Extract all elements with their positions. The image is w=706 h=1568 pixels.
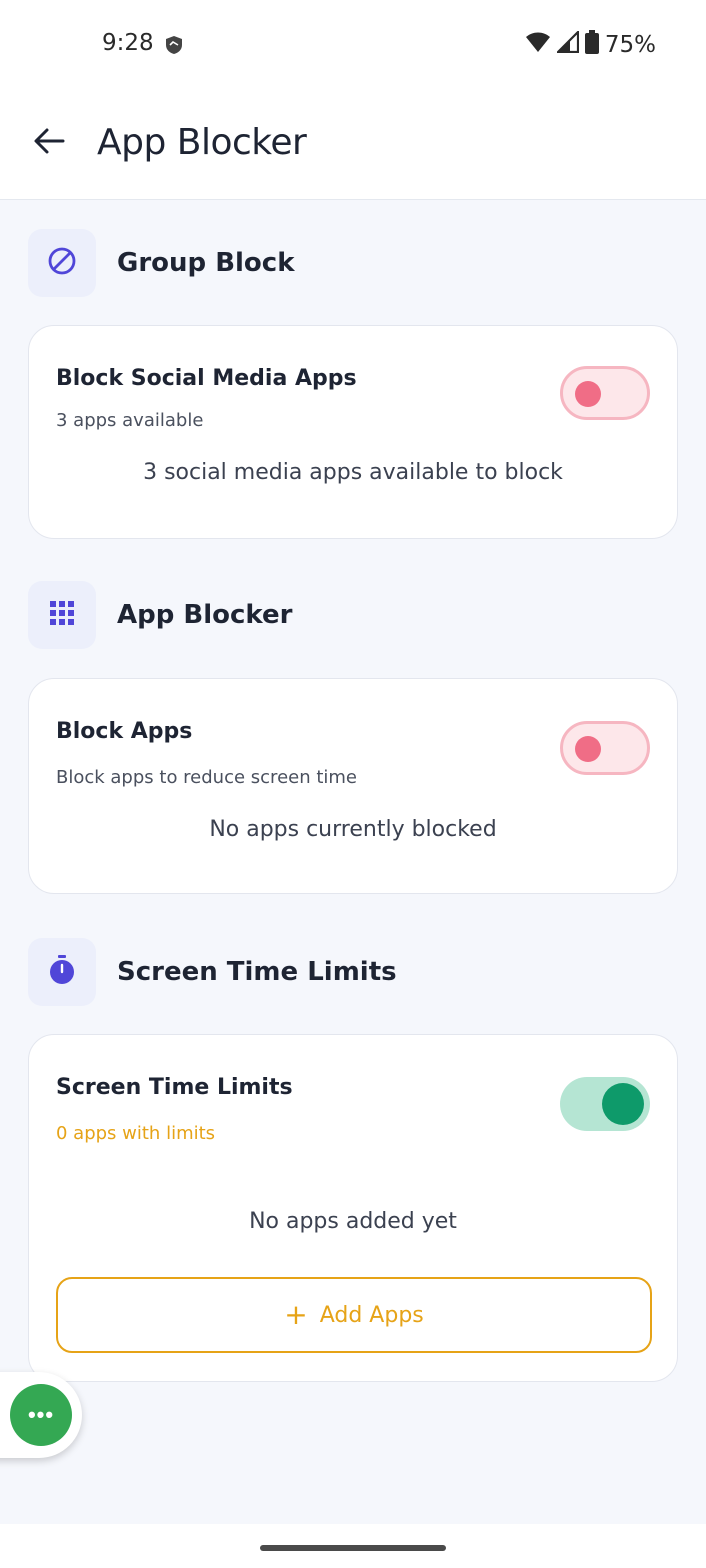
section-title: Group Block	[117, 248, 295, 278]
add-apps-button[interactable]: + Add Apps	[56, 1277, 652, 1353]
cell-signal-icon	[555, 29, 579, 58]
navigation-bar	[0, 1524, 706, 1568]
grid-icon	[49, 600, 75, 631]
more-horizontal-icon: •••	[27, 1402, 55, 1427]
card-screen-time-limits: Screen Time Limits 0 apps with limits No…	[28, 1034, 678, 1382]
plus-icon: +	[284, 1298, 308, 1331]
card-subtitle: Block apps to reduce screen time	[56, 767, 358, 788]
card-subtitle: 3 apps available	[56, 410, 204, 431]
section-icon-container	[28, 581, 96, 649]
card-title: Screen Time Limits	[56, 1075, 293, 1100]
card-block-apps: Block Apps Block apps to reduce screen t…	[28, 678, 678, 894]
section-app-blocker: App Blocker	[28, 581, 292, 649]
section-title: Screen Time Limits	[117, 957, 397, 987]
page-title: App Blocker	[97, 122, 307, 163]
add-apps-label: Add Apps	[319, 1302, 424, 1328]
card-block-social-media: Block Social Media Apps 3 apps available…	[28, 325, 678, 539]
block-apps-toggle[interactable]	[560, 721, 650, 775]
section-icon-container	[28, 229, 96, 297]
app-bar: App Blocker	[0, 90, 706, 200]
status-time: 9:28	[102, 30, 154, 56]
block-social-media-toggle[interactable]	[560, 366, 650, 420]
card-message: 3 social media apps available to block	[143, 460, 563, 485]
block-icon	[47, 246, 77, 281]
more-button[interactable]: •••	[10, 1384, 72, 1446]
status-bar: 9:28 75%	[0, 0, 706, 90]
section-icon-container	[28, 938, 96, 1006]
status-indicators: 75%	[525, 29, 656, 59]
back-button[interactable]	[28, 122, 70, 164]
card-title: Block Social Media Apps	[56, 366, 357, 391]
screen-time-limits-toggle[interactable]	[560, 1077, 650, 1131]
card-message: No apps currently blocked	[209, 817, 497, 842]
stopwatch-icon	[48, 954, 76, 990]
arrow-left-icon	[33, 127, 65, 160]
toggle-knob	[575, 381, 601, 407]
card-subtitle: 0 apps with limits	[56, 1123, 216, 1144]
shield-icon	[164, 35, 184, 55]
battery-icon	[584, 30, 599, 59]
fab-container: •••	[0, 1372, 82, 1458]
section-screen-time-limits: Screen Time Limits	[28, 938, 397, 1006]
section-group-block: Group Block	[28, 229, 295, 297]
wifi-icon	[525, 31, 551, 58]
section-title: App Blocker	[117, 600, 293, 630]
toggle-knob	[602, 1083, 644, 1125]
home-gesture-handle[interactable]	[260, 1545, 446, 1551]
card-title: Block Apps	[56, 719, 193, 744]
toggle-knob	[575, 736, 601, 762]
battery-percent: 75%	[604, 31, 656, 58]
card-message: No apps added yet	[249, 1209, 457, 1234]
